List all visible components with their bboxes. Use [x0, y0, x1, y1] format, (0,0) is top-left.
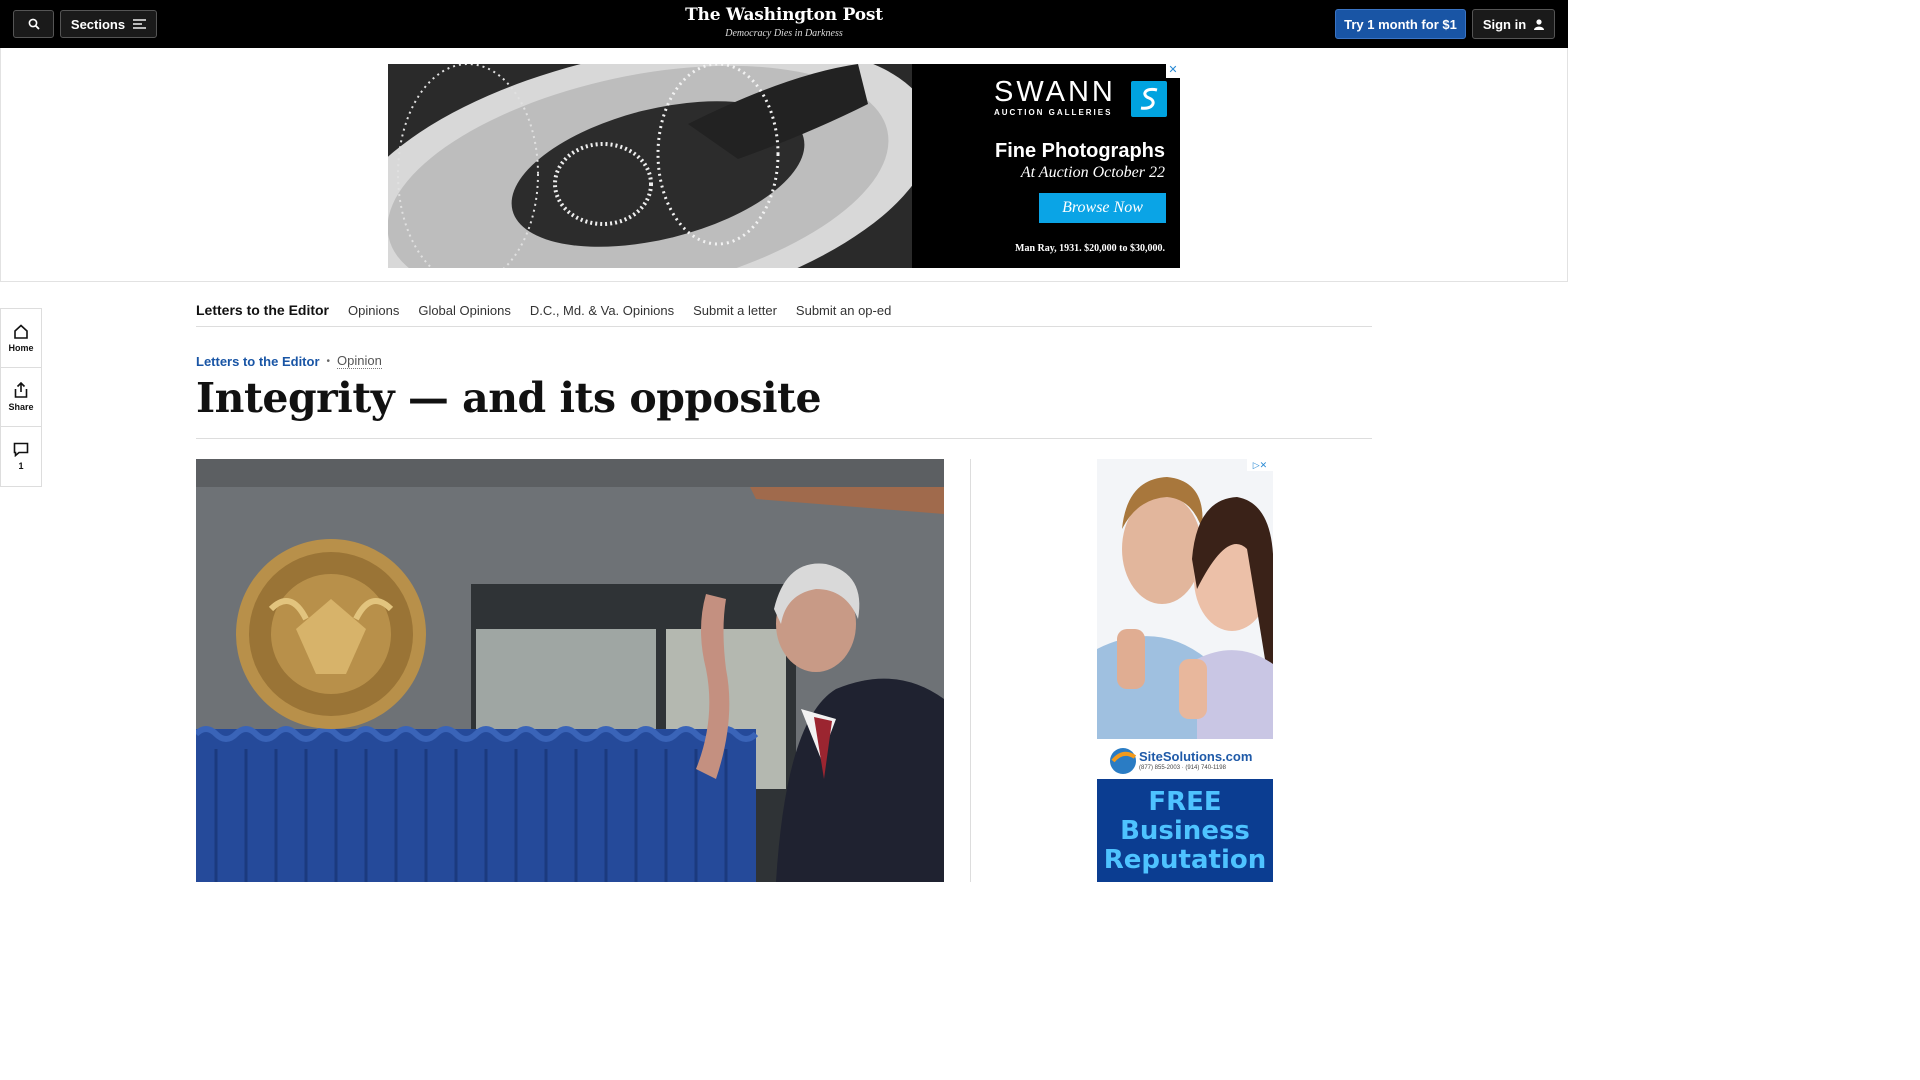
- top-navigation-bar: Sections The Washington Post Democracy D…: [0, 0, 1568, 48]
- logo-tagline: Democracy Dies in Darkness: [725, 28, 843, 39]
- article-headline: Integrity — and its opposite: [196, 374, 822, 422]
- article-kicker: Letters to the Editor • Opinion: [196, 353, 382, 369]
- home-icon: [14, 323, 28, 339]
- home-button[interactable]: Home: [1, 309, 41, 368]
- ad-fine-print: Man Ray, 1931. $20,000 to $30,000.: [1015, 243, 1165, 254]
- side-ad-line2: Business: [1120, 816, 1250, 846]
- column-divider: [970, 459, 971, 882]
- subscribe-button[interactable]: Try 1 month for $1: [1335, 9, 1466, 39]
- user-icon: [1534, 18, 1545, 30]
- subnav-link-submit-letter[interactable]: Submit a letter: [693, 303, 777, 318]
- ad-photograph: [388, 64, 912, 268]
- kicker-opinion-label[interactable]: Opinion: [337, 353, 382, 369]
- ad-choices-close-icon[interactable]: ✕: [1166, 64, 1180, 78]
- subnav-link-local-opinions[interactable]: D.C., Md. & Va. Opinions: [530, 303, 674, 318]
- ad-browse-button[interactable]: Browse Now: [1039, 193, 1166, 223]
- ad-brand-sub: AUCTION GALLERIES: [994, 108, 1113, 117]
- comments-button[interactable]: 1: [1, 427, 41, 486]
- sidebar-ad[interactable]: SiteSolutions.com (877) 855-2003 · (914)…: [1097, 459, 1273, 882]
- home-label: Home: [8, 342, 34, 353]
- logo-wordmark: The Washington Post: [685, 5, 883, 25]
- side-ad-brand: SiteSolutions.com: [1139, 749, 1253, 764]
- side-ad-line3: Reputation: [1103, 845, 1267, 875]
- article-lead-photo[interactable]: [196, 459, 944, 882]
- subnav-link-submit-oped[interactable]: Submit an op-ed: [796, 303, 891, 318]
- subnav-link-global-opinions[interactable]: Global Opinions: [418, 303, 511, 318]
- sign-in-label: Sign in: [1482, 16, 1527, 32]
- subnav-link-opinions[interactable]: Opinions: [348, 303, 399, 318]
- share-label: Share: [8, 402, 34, 412]
- ad-choices-icon[interactable]: ▷✕: [1247, 459, 1273, 471]
- side-ad-line1: FREE: [1148, 787, 1222, 817]
- kicker-separator: •: [326, 355, 331, 367]
- side-ad-phones: (877) 855-2003 · (914) 740-1198: [1139, 765, 1226, 771]
- comment-icon: [13, 442, 29, 457]
- swann-logo-icon: [1131, 81, 1167, 117]
- site-logo[interactable]: The Washington Post Democracy Dies in Da…: [0, 5, 1568, 39]
- share-button[interactable]: Share: [1, 368, 41, 427]
- kicker-section-link[interactable]: Letters to the Editor: [196, 354, 320, 369]
- share-icon: [14, 382, 28, 398]
- ad-subhead: At Auction October 22: [1020, 164, 1165, 181]
- subnav-title[interactable]: Letters to the Editor: [196, 302, 329, 318]
- ad-headline: Fine Photographs: [995, 140, 1165, 162]
- ad-copy-panel: SWANN AUCTION GALLERIES ✕ Fine Photograp…: [912, 64, 1180, 268]
- sign-in-button[interactable]: Sign in: [1472, 9, 1555, 39]
- section-subnav: Letters to the Editor Opinions Global Op…: [196, 294, 1372, 327]
- comments-count: 1: [18, 461, 24, 471]
- ad-brand: SWANN: [994, 76, 1116, 108]
- headline-divider: [196, 438, 1372, 439]
- top-ad-banner[interactable]: SWANN AUCTION GALLERIES ✕ Fine Photograp…: [388, 64, 1180, 268]
- left-action-rail: Home Share 1: [0, 308, 42, 487]
